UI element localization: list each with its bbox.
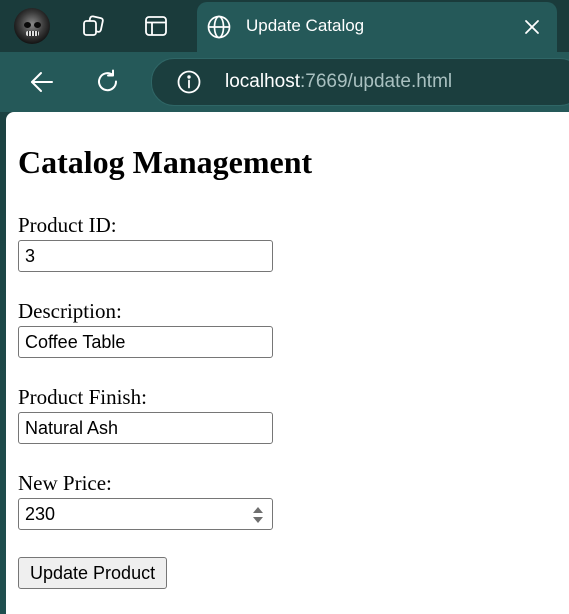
avatar-eye-left [24,22,31,28]
reload-button[interactable] [90,64,126,100]
url-host: localhost [225,71,300,92]
new-price-field[interactable] [18,498,273,530]
close-icon [525,20,539,34]
product-id-label: Product ID: [18,213,117,237]
url-path: :7669/update.html [300,71,453,92]
globe-icon [206,14,232,40]
address-bar[interactable]: localhost:7669/update.html [151,58,569,106]
page-viewport: Catalog Management Product ID: Descripti… [6,112,569,614]
tab-update-catalog[interactable]: Update Catalog [197,2,557,52]
browser-window: Update Catalog localhost:7669/update.htm… [0,0,569,614]
new-price-input[interactable] [19,499,251,529]
browser-toolbar: localhost:7669/update.html [0,52,569,112]
close-tab-button[interactable] [517,12,547,42]
reload-icon [98,69,118,92]
product-finish-label: Product Finish: [18,385,147,409]
spinner-arrows-icon [253,507,263,523]
product-finish-input[interactable] [18,412,273,444]
tab-actions-icon[interactable] [143,13,169,39]
page-title: Catalog Management [18,144,313,180]
tab-strip: Update Catalog [0,0,569,52]
product-id-input[interactable] [18,240,273,272]
avatar-jaw [26,31,39,36]
back-button[interactable] [24,64,60,100]
url-text[interactable]: localhost:7669/update.html [225,71,452,93]
update-product-button[interactable]: Update Product [18,557,168,589]
avatar-eye-right [34,22,41,28]
profile-avatar-icon[interactable] [14,8,50,44]
new-price-label: New Price: [18,471,112,495]
price-stepper-icon[interactable] [252,505,264,525]
workspaces-icon[interactable] [80,13,106,39]
back-arrow-icon [31,72,53,92]
site-info-icon[interactable] [176,69,202,95]
description-label: Description: [18,299,122,323]
tab-title: Update Catalog [246,16,365,35]
description-input[interactable] [18,326,273,358]
